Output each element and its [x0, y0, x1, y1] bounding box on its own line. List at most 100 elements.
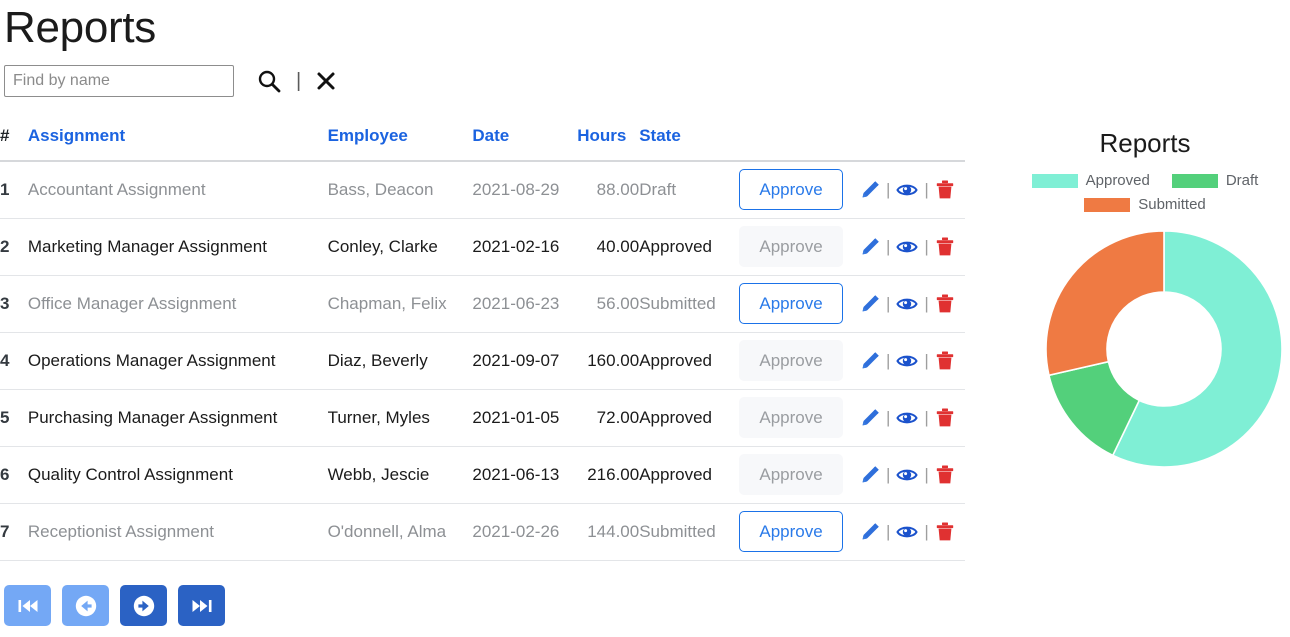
view-button[interactable]: [891, 351, 923, 371]
row-number: 2: [0, 218, 28, 276]
row-actions: | |: [855, 521, 965, 542]
delete-button[interactable]: [930, 521, 960, 542]
cell-actions: | |: [854, 503, 965, 561]
cell-date: 2021-06-23: [472, 275, 578, 333]
delete-button[interactable]: [930, 236, 960, 257]
view-button[interactable]: [891, 180, 923, 200]
column-header-assignment[interactable]: Assignment: [27, 126, 328, 162]
cell-hours: 216.00: [577, 446, 640, 504]
table-row: 2 Marketing Manager Assignment Conley, C…: [0, 218, 965, 276]
edit-icon: [862, 180, 879, 198]
table-body: 1 Accountant Assignment Bass, Deacon 202…: [0, 161, 965, 561]
cell-employee: Bass, Deacon: [327, 161, 473, 219]
cell-hours: 144.00: [577, 503, 640, 561]
cell-assignment: Office Manager Assignment: [27, 275, 328, 333]
cell-assignment: Accountant Assignment: [27, 161, 328, 219]
cell-state: Draft: [639, 161, 740, 219]
cell-date: 2021-08-29: [472, 161, 578, 219]
view-button[interactable]: [891, 237, 923, 257]
row-actions: | |: [855, 236, 965, 257]
delete-icon: [936, 351, 954, 370]
legend-item[interactable]: Approved: [1031, 172, 1150, 189]
close-icon: [317, 72, 335, 90]
cell-state: Approved: [639, 446, 740, 504]
cell-date: 2021-02-16: [472, 218, 578, 276]
legend-swatch: [1171, 173, 1218, 188]
legend-swatch: [1084, 197, 1131, 212]
edit-icon: [862, 465, 879, 482]
row-number: 3: [0, 275, 28, 333]
next-page-button[interactable]: [120, 585, 167, 626]
approve-button[interactable]: Approve: [739, 283, 844, 324]
cell-approve: Approve: [739, 275, 855, 333]
approve-button[interactable]: Approve: [739, 169, 844, 211]
search-input[interactable]: [4, 65, 234, 97]
legend-swatch: [1031, 173, 1078, 188]
row-actions: | |: [855, 350, 965, 371]
legend-item[interactable]: Submitted: [1084, 196, 1206, 213]
row-actions: | |: [855, 407, 965, 428]
clear-search-button[interactable]: [315, 70, 337, 92]
donut-slice-submitted[interactable]: [1045, 230, 1165, 377]
chart-title: Reports: [1099, 128, 1191, 158]
cell-assignment: Marketing Manager Assignment: [27, 218, 328, 276]
cell-actions: | |: [854, 332, 965, 390]
search-button[interactable]: [256, 68, 282, 94]
last-page-button[interactable]: [178, 585, 225, 626]
cell-assignment: Purchasing Manager Assignment: [27, 389, 328, 447]
approve-button: Approve: [739, 397, 844, 438]
arrow-right-circle-icon: [133, 595, 154, 616]
approve-button: Approve: [739, 226, 844, 267]
delete-button[interactable]: [930, 464, 960, 485]
edit-button[interactable]: [855, 237, 885, 257]
edit-button[interactable]: [855, 294, 885, 314]
edit-button[interactable]: [855, 408, 885, 428]
search-bar: |: [4, 64, 337, 98]
reports-table: # Assignment Employee Date Hours State 1…: [0, 126, 965, 561]
table-row: 3 Office Manager Assignment Chapman, Fel…: [0, 275, 965, 333]
view-button[interactable]: [891, 522, 923, 542]
delete-button[interactable]: [930, 407, 960, 428]
edit-button[interactable]: [855, 351, 885, 371]
delete-button[interactable]: [930, 179, 960, 200]
view-icon: [896, 526, 919, 537]
cell-approve: Approve: [739, 218, 855, 276]
row-number: 6: [0, 446, 28, 504]
view-button[interactable]: [891, 294, 923, 314]
view-button[interactable]: [891, 408, 923, 428]
approve-button[interactable]: Approve: [739, 511, 844, 552]
cell-actions: | |: [854, 389, 965, 447]
view-icon: [896, 241, 919, 252]
column-header-approve: [739, 126, 855, 162]
edit-button[interactable]: [855, 180, 885, 200]
view-icon: [896, 355, 919, 366]
delete-icon: [936, 465, 954, 484]
previous-page-button[interactable]: [62, 585, 109, 626]
edit-button[interactable]: [855, 522, 885, 542]
legend-row: Approved Draft: [1000, 172, 1290, 189]
table-header: # Assignment Employee Date Hours State: [0, 126, 965, 162]
column-header-state[interactable]: State: [639, 126, 740, 162]
delete-icon: [936, 237, 954, 256]
edit-icon: [862, 522, 879, 539]
column-header-number: #: [0, 126, 28, 162]
first-page-button[interactable]: [4, 585, 51, 626]
delete-icon: [936, 408, 954, 427]
legend-label: Submitted: [1138, 196, 1206, 213]
search-separator: |: [296, 70, 302, 92]
reports-chart-pane: Reports Approved Draft Submitted: [1000, 0, 1290, 637]
legend-item[interactable]: Draft: [1171, 172, 1258, 189]
view-button[interactable]: [891, 465, 923, 485]
column-header-employee[interactable]: Employee: [327, 126, 473, 162]
table-row: 4 Operations Manager Assignment Diaz, Be…: [0, 332, 965, 390]
delete-button[interactable]: [930, 293, 960, 314]
skip-to-end-icon: [192, 599, 211, 612]
edit-button[interactable]: [855, 465, 885, 485]
delete-button[interactable]: [930, 350, 960, 371]
column-header-hours[interactable]: Hours: [577, 126, 640, 162]
cell-employee: O'donnell, Alma: [327, 503, 473, 561]
reports-page: Reports |: [0, 0, 1290, 637]
column-header-date[interactable]: Date: [472, 126, 578, 162]
table-row: 1 Accountant Assignment Bass, Deacon 202…: [0, 161, 965, 219]
view-icon: [896, 184, 919, 196]
